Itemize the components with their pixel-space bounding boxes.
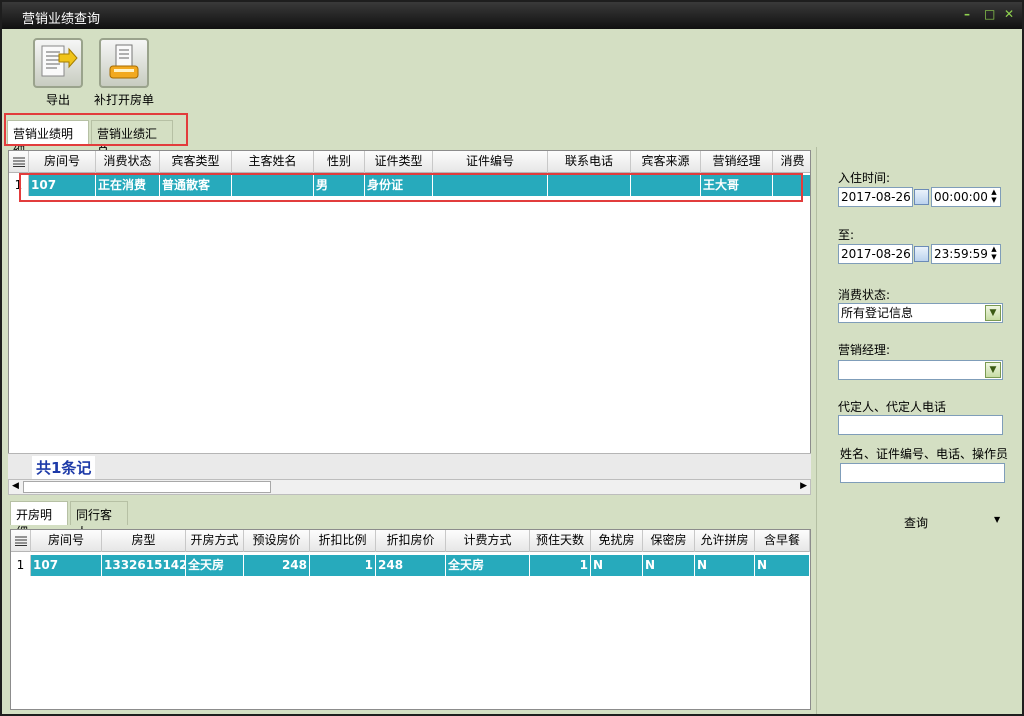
export-icon	[33, 38, 83, 88]
row-indicator: 1	[11, 555, 31, 576]
col-private[interactable]: 保密房	[643, 530, 695, 552]
cell-billing-mode: 全天房	[446, 555, 530, 576]
search-input[interactable]	[840, 463, 1005, 483]
cell-private: N	[643, 555, 695, 576]
cell-room-type: 13326151423	[102, 555, 186, 576]
agent-input[interactable]	[838, 415, 1003, 435]
grid-footer: 共1条记	[8, 453, 811, 479]
status-label: 消费状态:	[838, 288, 891, 302]
time-spinner-icon[interactable]: ▲ ▼	[988, 188, 1000, 206]
scroll-right-icon[interactable]: ▶	[800, 481, 807, 491]
cell-open-mode: 全天房	[186, 555, 244, 576]
horizontal-scrollbar[interactable]: ◀ ▶	[8, 479, 811, 495]
cell-preset-price: 248	[244, 555, 310, 576]
cell-discount-rate: 1	[310, 555, 376, 576]
maximize-icon[interactable]: □	[984, 7, 995, 21]
app-window: 营销业绩查询 – □ ✕ 导出 补打开房单 营销业绩明 营销业绩汇 房间号 消费…	[0, 0, 1024, 716]
cell-dnd: N	[591, 555, 643, 576]
from-date-field[interactable]: 2017-08-26	[838, 187, 913, 207]
time-spinner-icon[interactable]: ▲ ▼	[988, 245, 1000, 263]
search-label: 姓名、证件编号、电话、操作员	[840, 447, 1009, 461]
col-dnd[interactable]: 免扰房	[591, 530, 643, 552]
tab-room-detail[interactable]: 开房明细	[10, 501, 68, 539]
selected-row-highlight	[19, 173, 803, 202]
manager-select[interactable]	[838, 360, 1003, 380]
grid-menu-icon[interactable]	[11, 530, 31, 552]
print-icon	[99, 38, 149, 88]
reprint-button[interactable]: 补打开房单	[84, 38, 164, 108]
col-id-type[interactable]: 证件类型	[365, 151, 433, 173]
grid-menu-icon[interactable]	[9, 151, 29, 173]
query-button[interactable]: 查询 ▼	[882, 513, 1002, 533]
col-manager[interactable]: 营销经理	[701, 151, 773, 173]
col-consume[interactable]: 消费	[773, 151, 810, 173]
reprint-label: 补打开房单	[93, 93, 154, 107]
chevron-down-icon[interactable]: ▼	[985, 362, 1001, 378]
table-row[interactable]: 1 107 13326151423 全天房 248 1 248 全天房 1 N …	[11, 555, 810, 576]
col-room-no[interactable]: 房间号	[31, 530, 102, 552]
col-discount-price[interactable]: 折扣房价	[376, 530, 446, 552]
col-source[interactable]: 宾客来源	[631, 151, 701, 173]
cell-breakfast: N	[755, 555, 810, 576]
grid-header: 房间号 房型 开房方式 预设房价 折扣比例 折扣房价 计费方式 预住天数 免扰房…	[11, 530, 810, 552]
chevron-down-icon: ▼	[994, 515, 1001, 524]
tab-companions[interactable]: 同行客人	[70, 501, 128, 539]
scroll-left-icon[interactable]: ◀	[12, 481, 19, 491]
room-detail-grid: 房间号 房型 开房方式 预设房价 折扣比例 折扣房价 计费方式 预住天数 免扰房…	[10, 529, 811, 710]
col-gender[interactable]: 性别	[314, 151, 365, 173]
title-bar: 营销业绩查询 – □ ✕	[2, 2, 1022, 29]
chevron-down-icon[interactable]: ▼	[985, 305, 1001, 321]
calendar-icon[interactable]	[914, 189, 929, 205]
tabs-highlight-box	[4, 113, 188, 146]
agent-label: 代定人、代定人电话	[838, 400, 947, 414]
filter-panel: 入住时间: 2017-08-26 00:00:00 ▲ ▼ 至: 2017-08-…	[816, 147, 1022, 714]
calendar-icon[interactable]	[914, 246, 929, 262]
grid-header: 房间号 消费状态 宾客类型 主客姓名 性别 证件类型 证件编号 联系电话 宾客来…	[9, 151, 810, 173]
col-stay-days[interactable]: 预住天数	[530, 530, 591, 552]
cell-discount-price: 248	[376, 555, 446, 576]
col-share-room[interactable]: 允许拼房	[695, 530, 755, 552]
col-room-type[interactable]: 房型	[102, 530, 186, 552]
minimize-icon[interactable]: –	[964, 7, 970, 21]
scroll-thumb[interactable]	[23, 481, 271, 493]
to-label: 至:	[838, 228, 855, 242]
manager-label: 营销经理:	[838, 343, 891, 357]
cell-stay-days: 1	[530, 555, 591, 576]
col-id-number[interactable]: 证件编号	[433, 151, 548, 173]
window-title: 营销业绩查询	[22, 12, 101, 27]
cell-room-no: 107	[31, 555, 102, 576]
col-preset-price[interactable]: 预设房价	[244, 530, 310, 552]
col-discount-rate[interactable]: 折扣比例	[310, 530, 376, 552]
status-select[interactable]: 所有登记信息	[838, 303, 1003, 323]
record-count: 共1条记	[32, 456, 96, 479]
checkin-label: 入住时间:	[838, 171, 891, 185]
col-room-no[interactable]: 房间号	[29, 151, 96, 173]
col-billing-mode[interactable]: 计费方式	[446, 530, 530, 552]
col-breakfast[interactable]: 含早餐	[755, 530, 810, 552]
to-date-field[interactable]: 2017-08-26	[838, 244, 913, 264]
col-guest-type[interactable]: 宾客类型	[160, 151, 232, 173]
col-guest-name[interactable]: 主客姓名	[232, 151, 314, 173]
col-status[interactable]: 消费状态	[96, 151, 160, 173]
close-icon[interactable]: ✕	[1004, 7, 1014, 21]
cell-share-room: N	[695, 555, 755, 576]
col-phone[interactable]: 联系电话	[548, 151, 631, 173]
query-label: 查询	[904, 516, 929, 530]
col-open-mode[interactable]: 开房方式	[186, 530, 244, 552]
